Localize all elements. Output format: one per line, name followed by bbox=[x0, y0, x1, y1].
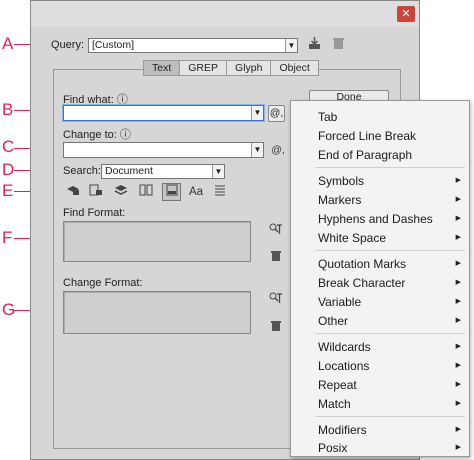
menu-item-tab[interactable]: Tab bbox=[318, 109, 337, 125]
menu-separator bbox=[315, 333, 465, 334]
footnotes-icon[interactable] bbox=[162, 183, 181, 201]
chevron-right-icon: ▶ bbox=[455, 260, 461, 267]
search-label: Search: bbox=[63, 165, 101, 177]
menu-item-white-space[interactable]: White Space bbox=[318, 230, 386, 246]
menu-separator bbox=[315, 416, 465, 417]
master-pages-icon[interactable] bbox=[138, 184, 154, 201]
chevron-right-icon: ▶ bbox=[455, 444, 461, 451]
callout-a: A bbox=[2, 34, 14, 53]
menu-item-end-of-paragraph[interactable]: End of Paragraph bbox=[318, 147, 412, 163]
chevron-down-icon[interactable]: ▼ bbox=[251, 106, 263, 120]
chevron-down-icon: ▼ bbox=[212, 165, 224, 178]
callout-f: F bbox=[2, 228, 13, 247]
whole-word-icon[interactable] bbox=[212, 184, 228, 201]
menu-item-symbols[interactable]: Symbols bbox=[318, 173, 364, 189]
callout-c: C bbox=[2, 137, 15, 156]
special-characters-find-button[interactable]: @, bbox=[268, 105, 285, 122]
chevron-right-icon: ▶ bbox=[455, 279, 461, 286]
chevron-down-icon[interactable]: ▼ bbox=[251, 143, 263, 157]
case-sensitive-icon[interactable]: Aa bbox=[186, 184, 206, 200]
menu-item-modifiers[interactable]: Modifiers bbox=[318, 422, 367, 438]
close-button[interactable]: ✕ bbox=[397, 6, 415, 22]
chevron-right-icon: ▶ bbox=[455, 215, 461, 222]
chevron-right-icon: ▶ bbox=[455, 381, 461, 388]
change-to-label: Change to: ⓘ bbox=[63, 129, 131, 141]
menu-item-wildcards[interactable]: Wildcards bbox=[318, 339, 371, 355]
callout-d: D bbox=[2, 160, 15, 179]
query-select[interactable]: [Custom] ▼ bbox=[88, 38, 298, 53]
callout-b: B bbox=[2, 100, 14, 119]
find-format-label: Find Format: bbox=[63, 207, 126, 219]
menu-item-match[interactable]: Match bbox=[318, 396, 351, 412]
chevron-right-icon: ▶ bbox=[455, 362, 461, 369]
menu-item-posix[interactable]: Posix bbox=[318, 440, 347, 456]
special-characters-menu: Tab Forced Line Break End of Paragraph S… bbox=[290, 100, 470, 457]
callout-e: E bbox=[2, 181, 14, 200]
info-icon: ⓘ bbox=[119, 129, 131, 141]
chevron-right-icon: ▶ bbox=[455, 343, 461, 350]
hidden-layers-icon[interactable] bbox=[113, 184, 129, 201]
delete-query-icon[interactable] bbox=[330, 37, 346, 55]
chevron-right-icon: ▶ bbox=[455, 177, 461, 184]
tab-grep[interactable]: GREP bbox=[180, 61, 228, 75]
menu-item-hyphens-and-dashes[interactable]: Hyphens and Dashes bbox=[318, 211, 433, 227]
menu-item-quotation-marks[interactable]: Quotation Marks bbox=[318, 256, 406, 272]
change-to-field[interactable]: ▼ bbox=[63, 142, 264, 158]
tab-text[interactable]: Text bbox=[144, 61, 181, 75]
tab-bar: Text GREP Glyph Object bbox=[143, 60, 319, 76]
tab-object[interactable]: Object bbox=[271, 61, 317, 75]
menu-item-other[interactable]: Other bbox=[318, 313, 348, 329]
query-value: [Custom] bbox=[92, 39, 135, 51]
menu-item-variable[interactable]: Variable bbox=[318, 294, 361, 310]
menu-item-locations[interactable]: Locations bbox=[318, 358, 369, 374]
clear-change-format-icon[interactable] bbox=[269, 320, 283, 336]
lock-stories-icon[interactable] bbox=[88, 184, 104, 201]
specify-change-format-icon[interactable] bbox=[268, 292, 284, 309]
query-label: Query: bbox=[51, 39, 85, 51]
find-what-field[interactable]: ▼ bbox=[63, 105, 264, 121]
clear-find-format-icon[interactable] bbox=[269, 250, 283, 266]
menu-separator bbox=[315, 250, 465, 251]
chevron-down-icon: ▼ bbox=[285, 39, 297, 52]
chevron-right-icon: ▶ bbox=[455, 298, 461, 305]
find-format-box[interactable] bbox=[63, 221, 251, 262]
change-format-box[interactable] bbox=[63, 291, 251, 334]
menu-separator bbox=[315, 167, 465, 168]
chevron-right-icon: ▶ bbox=[455, 400, 461, 407]
chevron-right-icon: ▶ bbox=[455, 196, 461, 203]
tab-glyph[interactable]: Glyph bbox=[227, 61, 272, 75]
chevron-right-icon: ▶ bbox=[455, 426, 461, 433]
menu-item-forced-line-break[interactable]: Forced Line Break bbox=[318, 128, 416, 144]
special-characters-change-button[interactable]: @, bbox=[268, 142, 288, 158]
lock-layers-icon[interactable] bbox=[65, 184, 81, 201]
menu-item-break-character[interactable]: Break Character bbox=[318, 275, 405, 291]
chevron-right-icon: ▶ bbox=[455, 317, 461, 324]
search-scope-value: Document bbox=[105, 165, 153, 177]
title-bar: ✕ bbox=[31, 1, 419, 27]
save-query-icon[interactable] bbox=[306, 37, 322, 55]
change-format-label: Change Format: bbox=[63, 277, 143, 289]
menu-item-repeat[interactable]: Repeat bbox=[318, 377, 357, 393]
menu-item-markers[interactable]: Markers bbox=[318, 192, 361, 208]
search-scope-select[interactable]: Document ▼ bbox=[101, 164, 225, 179]
specify-find-format-icon[interactable] bbox=[268, 223, 284, 240]
chevron-right-icon: ▶ bbox=[455, 234, 461, 241]
